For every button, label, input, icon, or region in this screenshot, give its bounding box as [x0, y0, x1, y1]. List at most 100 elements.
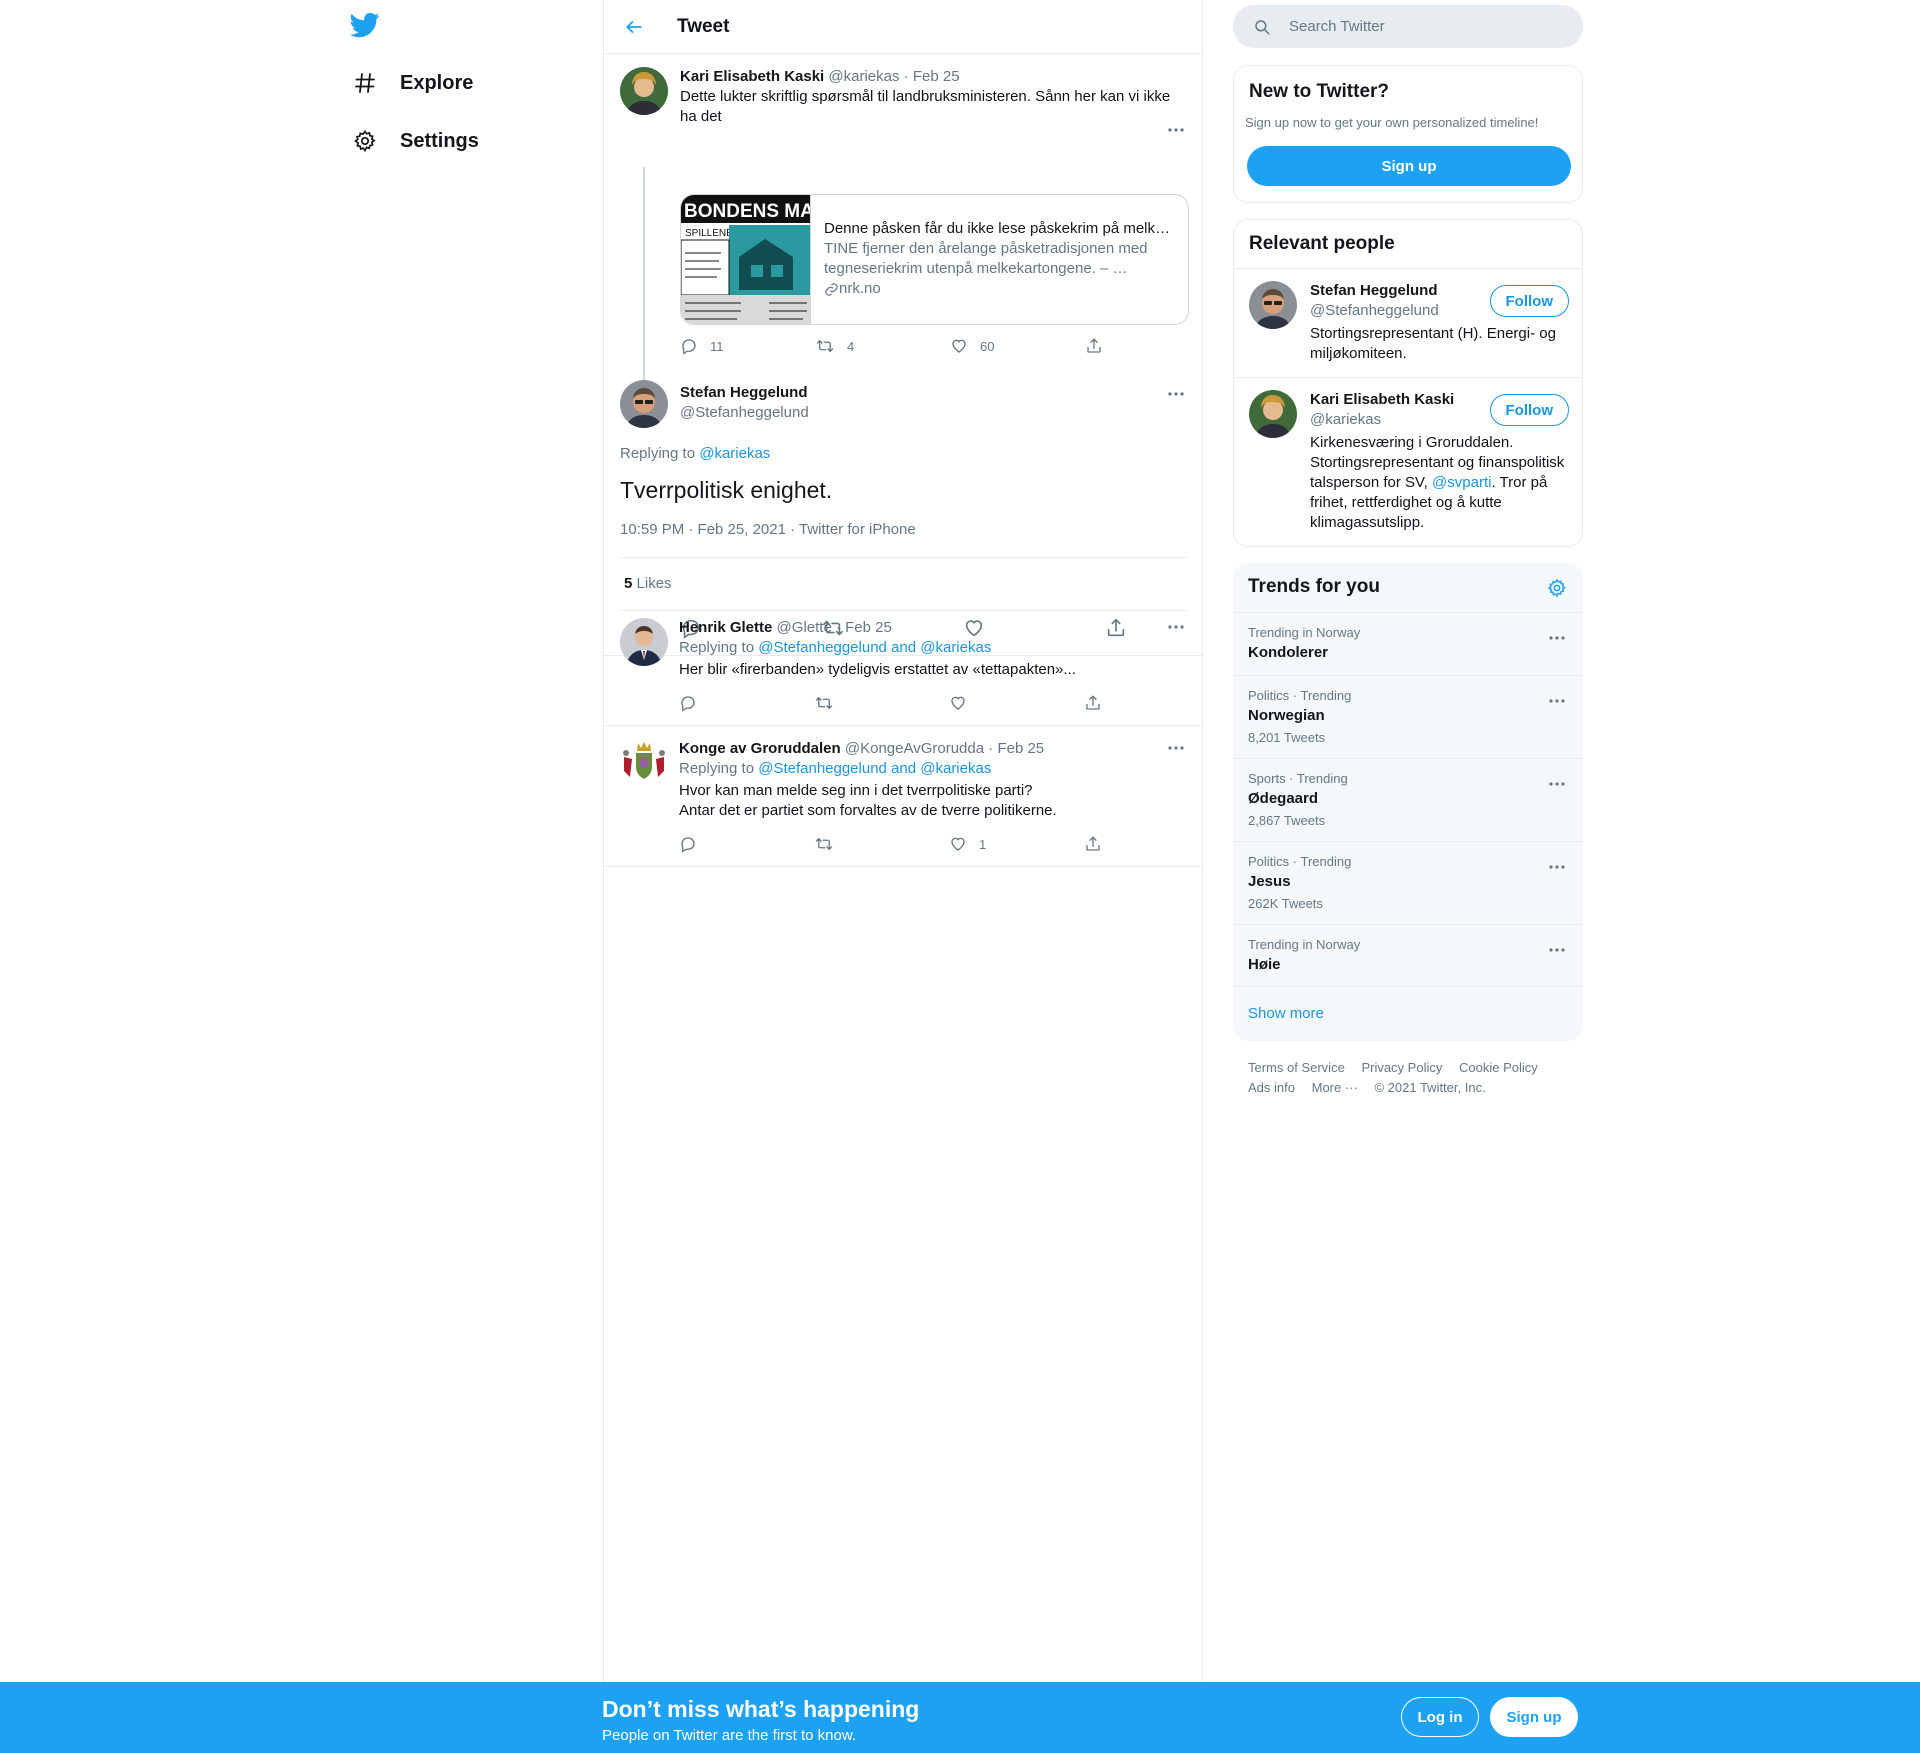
likes-summary[interactable]: 5 Likes: [624, 575, 672, 592]
ads-info-link[interactable]: Ads info: [1248, 1080, 1295, 1095]
like-button[interactable]: 1: [949, 835, 1084, 853]
like-count: 1: [979, 836, 987, 852]
avatar-kari-kaski[interactable]: [1249, 390, 1297, 438]
tweet-date[interactable]: Feb 25: [997, 740, 1044, 757]
more-options-icon[interactable]: [1165, 616, 1187, 638]
replying-to-mentions[interactable]: @Stefanheggelund and @kariekas: [758, 639, 991, 656]
author-name[interactable]: Henrik Glette: [679, 619, 772, 636]
share-button[interactable]: [1084, 835, 1219, 853]
avatar-stefan-heggelund[interactable]: [620, 380, 668, 428]
more-options-icon[interactable]: [1165, 383, 1187, 405]
trend-item[interactable]: Politics · Trending Norwegian 8,201 Twee…: [1233, 675, 1583, 758]
more-options-icon[interactable]: [1546, 939, 1568, 961]
replying-to: Replying to @kariekas: [620, 445, 770, 462]
nav-explore[interactable]: Explore: [350, 63, 473, 103]
retweet-button[interactable]: 4: [815, 337, 950, 355]
more-options-icon[interactable]: [1546, 690, 1568, 712]
replying-to-mentions[interactable]: @Stefanheggelund and @kariekas: [758, 760, 991, 777]
avatar-kari-kaski[interactable]: [620, 67, 668, 115]
privacy-link[interactable]: Privacy Policy: [1361, 1060, 1442, 1075]
bio-mention-link[interactable]: @svparti: [1432, 474, 1491, 491]
avatar-stefan-heggelund[interactable]: [1249, 281, 1297, 329]
gear-icon[interactable]: [1546, 577, 1568, 599]
trends-panel: Trends for you Trending in Norway Kondol…: [1233, 563, 1583, 1041]
more-link[interactable]: More ···: [1312, 1080, 1358, 1095]
focused-author: Stefan Heggelund @Stefanheggelund: [680, 383, 1187, 423]
more-options-icon[interactable]: [1165, 119, 1187, 141]
trend-name: Kondolerer: [1248, 644, 1329, 661]
back-arrow-icon[interactable]: [619, 12, 649, 42]
search-box[interactable]: [1233, 5, 1583, 48]
person-card[interactable]: Kari Elisabeth Kaski @kariekas Kirkenesv…: [1234, 377, 1582, 546]
new-to-twitter-panel: New to Twitter? Sign up now to get your …: [1233, 65, 1583, 203]
tweet-date[interactable]: Feb 25: [913, 68, 960, 85]
author-name[interactable]: Stefan Heggelund: [680, 383, 1187, 403]
log-in-button[interactable]: Log in: [1401, 1697, 1479, 1737]
relevant-people-title: Relevant people: [1249, 233, 1395, 254]
sign-up-button[interactable]: Sign up: [1490, 1697, 1578, 1737]
follow-button[interactable]: Follow: [1489, 285, 1569, 317]
author-handle[interactable]: @Stefanheggelund: [680, 403, 1187, 423]
terms-link[interactable]: Terms of Service: [1248, 1060, 1345, 1075]
follow-button[interactable]: Follow: [1489, 394, 1569, 426]
reply-icon: [681, 696, 695, 712]
card-image-text: BONDENS MAND: [684, 201, 811, 222]
trend-item[interactable]: Sports · Trending Ødegaard 2,867 Tweets: [1233, 758, 1583, 841]
author-handle[interactable]: @Glette: [777, 619, 832, 636]
tweet-timestamp[interactable]: 10:59 PM · Feb 25, 2021 · Twitter for iP…: [620, 521, 916, 538]
author-name[interactable]: Konge av Groruddalen: [679, 740, 841, 757]
tweet-date[interactable]: Feb 25: [845, 619, 892, 636]
show-more-link[interactable]: Show more: [1248, 1005, 1324, 1022]
nav-explore-label: Explore: [400, 71, 474, 94]
trend-name: Jesus: [1248, 873, 1291, 890]
author-handle[interactable]: @KongeAvGrorudda: [845, 740, 984, 757]
author-handle[interactable]: @kariekas: [828, 68, 899, 85]
reply-icon: [681, 837, 695, 853]
tweet-actions: [679, 694, 1219, 712]
reply-button[interactable]: [679, 835, 814, 853]
more-options-icon[interactable]: [1546, 627, 1568, 649]
sign-up-button[interactable]: Sign up: [1247, 146, 1571, 186]
more-options-icon[interactable]: [1546, 773, 1568, 795]
trend-name: Norwegian: [1248, 707, 1325, 724]
reply-button[interactable]: 11: [680, 337, 815, 355]
trend-item[interactable]: Trending in Norway Høie: [1233, 924, 1583, 987]
retweet-button[interactable]: [814, 835, 949, 853]
separator: ·: [835, 619, 841, 636]
trend-context: Politics · Trending: [1248, 688, 1352, 703]
person-bio-text: talsperson for SV,: [1310, 474, 1428, 491]
more-options-icon[interactable]: [1165, 737, 1187, 759]
avatar-konge-av-groruddalen[interactable]: [620, 737, 668, 785]
person-card[interactable]: Stefan Heggelund @Stefanheggelund Storti…: [1234, 268, 1582, 377]
replying-to-label: Replying to: [679, 760, 755, 777]
retweet-button[interactable]: [814, 694, 949, 712]
replying-to-mention[interactable]: @kariekas: [699, 445, 770, 462]
trend-context: Trending in Norway: [1248, 937, 1361, 952]
person-bio-line: miljøkomiteen.: [1310, 345, 1407, 362]
trend-item[interactable]: Politics · Trending Jesus 262K Tweets: [1233, 841, 1583, 924]
search-input[interactable]: [1289, 18, 1559, 35]
link-card-domain-row: nrk.no: [824, 279, 1176, 299]
avatar-henrik-glette[interactable]: [620, 618, 668, 666]
link-card[interactable]: BONDENS MAND SPILLENE: [680, 194, 1189, 325]
trend-context: Sports · Trending: [1248, 771, 1348, 786]
nav-settings[interactable]: Settings: [350, 121, 479, 161]
cookie-link[interactable]: Cookie Policy: [1459, 1060, 1538, 1075]
author-name[interactable]: Kari Elisabeth Kaski: [680, 68, 824, 85]
gear-icon: [350, 126, 380, 156]
signup-banner: Don’t miss what’s happening People on Tw…: [0, 1682, 1920, 1753]
replying-to-label: Replying to: [679, 639, 755, 656]
more-options-icon[interactable]: [1546, 856, 1568, 878]
share-button[interactable]: [1084, 694, 1219, 712]
like-button[interactable]: 60: [950, 337, 1085, 355]
share-icon: [1086, 836, 1100, 851]
trend-context: Trending in Norway: [1248, 625, 1361, 640]
like-count: 60: [980, 338, 995, 354]
reply-button[interactable]: [679, 694, 814, 712]
like-button[interactable]: [949, 694, 1084, 712]
link-card-domain: nrk.no: [839, 280, 881, 297]
share-button[interactable]: [1085, 337, 1220, 355]
tweet-text-line: ha det: [680, 108, 722, 125]
twitter-bird-icon[interactable]: [349, 10, 380, 40]
trend-item[interactable]: Trending in Norway Kondolerer: [1233, 612, 1583, 675]
